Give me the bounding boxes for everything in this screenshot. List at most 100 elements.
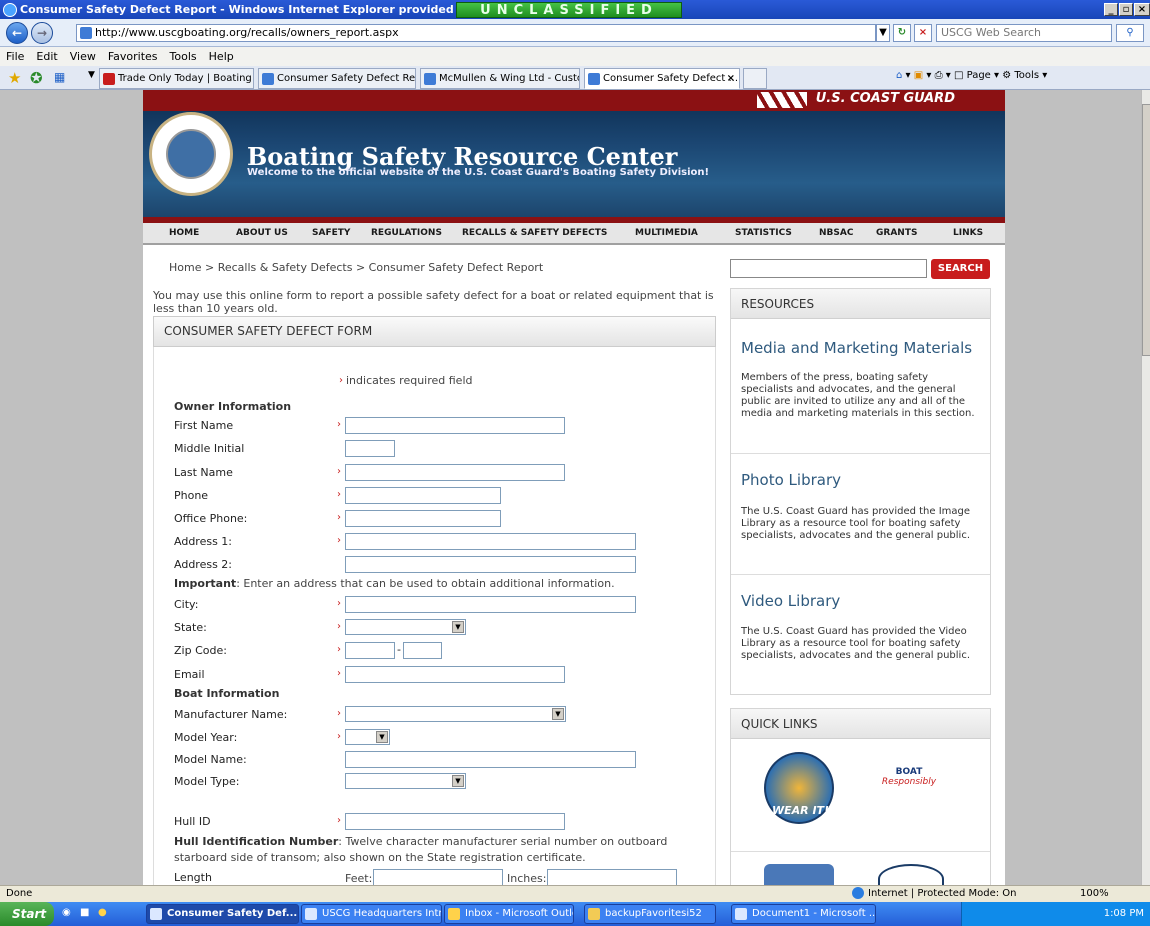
menu-help[interactable]: Help: [209, 50, 234, 63]
forward-button[interactable]: →: [31, 22, 53, 44]
taskbar-uscg-hq[interactable]: USCG Headquarters Intr...: [301, 904, 442, 924]
tools-menu[interactable]: ⚙ Tools ▾: [1002, 70, 1047, 81]
quick-launch-desktop-icon[interactable]: ■: [80, 907, 89, 918]
tab-mcmullen[interactable]: McMullen & Wing Ltd - Custo...: [420, 68, 580, 89]
tab-trade-only[interactable]: Trade Only Today | Boating ...: [99, 68, 254, 89]
maximize-button[interactable]: ▫: [1119, 3, 1133, 16]
safety-seal-icon[interactable]: [878, 864, 944, 885]
clock[interactable]: 1:08 PM: [1104, 908, 1144, 919]
last-name-field[interactable]: [345, 464, 565, 481]
menu-tools[interactable]: Tools: [170, 50, 197, 63]
office-phone-field[interactable]: [345, 510, 501, 527]
new-tab-button[interactable]: [743, 68, 767, 89]
breadcrumb[interactable]: Home > Recalls & Safety Defects > Consum…: [169, 261, 543, 274]
web-search-input[interactable]: USCG Web Search: [936, 24, 1112, 42]
middle-initial-label: Middle Initial: [174, 442, 245, 455]
menu-favorites[interactable]: Favorites: [108, 50, 158, 63]
safety-logo-icon[interactable]: [764, 864, 834, 885]
nav-about-us[interactable]: ABOUT US: [236, 228, 288, 238]
search-button[interactable]: SEARCH: [931, 259, 990, 279]
favorites-star-icon[interactable]: ★: [8, 69, 21, 87]
required-marker-icon: ›: [337, 731, 341, 742]
model-type-select[interactable]: ▼: [345, 773, 466, 789]
state-select[interactable]: ▼: [345, 619, 466, 635]
required-marker-icon: ›: [337, 621, 341, 632]
first-name-label: First Name: [174, 419, 234, 432]
first-name-field[interactable]: [345, 417, 565, 434]
address-dropdown-icon[interactable]: ▼: [876, 24, 890, 42]
model-name-field[interactable]: [345, 751, 636, 768]
address2-field[interactable]: [345, 556, 636, 573]
address-input[interactable]: http://www.uscgboating.org/recalls/owner…: [76, 24, 876, 42]
home-icon[interactable]: ⌂: [896, 70, 902, 81]
zoom-level[interactable]: 100%: [1080, 888, 1109, 899]
nav-nbsac[interactable]: NBSAC: [819, 228, 853, 238]
model-year-label: Model Year:: [174, 731, 238, 744]
nav-multimedia[interactable]: MULTIMEDIA: [635, 228, 698, 238]
nav-regulations[interactable]: REGULATIONS: [371, 228, 442, 238]
zip-field[interactable]: [345, 642, 395, 659]
manufacturer-select[interactable]: ▼: [345, 706, 566, 722]
defect-form: › indicates required field Owner Informa…: [153, 347, 716, 885]
tab-list-dropdown-icon[interactable]: ▼: [88, 70, 95, 80]
tab-consumer-safety-active[interactable]: Consumer Safety Defect ... ×: [584, 68, 740, 89]
scrollbar-thumb[interactable]: [1142, 104, 1150, 356]
office-phone-label: Office Phone:: [174, 512, 248, 525]
quick-tabs-icon[interactable]: ▦: [54, 70, 65, 84]
taskbar-ie-active[interactable]: Consumer Safety Def...: [146, 904, 299, 924]
quick-launch-outlook-icon[interactable]: ●: [98, 907, 107, 918]
hull-id-field[interactable]: [345, 813, 565, 830]
uscg-label: U.S. COAST GUARD: [815, 91, 955, 106]
video-library-link[interactable]: Video Library: [741, 592, 840, 610]
nav-safety[interactable]: SAFETY: [312, 228, 350, 238]
length-inches-field[interactable]: [547, 869, 677, 885]
address1-field[interactable]: [345, 533, 636, 550]
back-button[interactable]: ←: [6, 22, 28, 44]
taskbar-outlook[interactable]: Inbox - Microsoft Outlook: [444, 904, 574, 924]
minimize-button[interactable]: _: [1104, 3, 1118, 16]
window-title-bar[interactable]: Consumer Safety Defect Report - Windows …: [0, 0, 1150, 19]
nav-home[interactable]: HOME: [169, 228, 199, 238]
nav-links[interactable]: LINKS: [953, 228, 983, 238]
taskbar-backup-folder[interactable]: backupFavoritesi52: [584, 904, 716, 924]
quick-launch-ie-icon[interactable]: ◉: [62, 907, 71, 918]
search-icon[interactable]: ⚲: [1116, 24, 1144, 42]
feeds-icon[interactable]: ▣: [914, 70, 923, 81]
close-tab-icon[interactable]: ×: [727, 69, 735, 88]
stop-icon[interactable]: ×: [914, 24, 932, 42]
menu-file[interactable]: File: [6, 50, 24, 63]
model-type-label: Model Type:: [174, 775, 240, 788]
menu-edit[interactable]: Edit: [36, 50, 57, 63]
email-field[interactable]: [345, 666, 565, 683]
site-search-input[interactable]: [730, 259, 927, 278]
classification-banner: UNCLASSIFIED: [456, 2, 682, 18]
media-marketing-link[interactable]: Media and Marketing Materials: [741, 339, 972, 357]
security-zone[interactable]: Internet | Protected Mode: On: [868, 888, 1016, 899]
middle-initial-field[interactable]: [345, 440, 395, 457]
wear-it-logo-icon[interactable]: WEAR IT!: [764, 752, 834, 824]
nav-statistics[interactable]: STATISTICS: [735, 228, 792, 238]
page-scrollbar[interactable]: [1141, 90, 1150, 885]
page-menu[interactable]: □ Page ▾: [954, 70, 999, 81]
feet-label: Feet:: [345, 872, 373, 885]
required-marker-icon: ›: [337, 815, 341, 826]
phone-field[interactable]: [345, 487, 501, 504]
zip-plus4-field[interactable]: [403, 642, 442, 659]
tab-consumer-safety-1[interactable]: Consumer Safety Defect Re...: [258, 68, 416, 89]
print-icon[interactable]: ⎙: [935, 70, 943, 81]
start-button[interactable]: Start: [0, 902, 54, 926]
nav-grants[interactable]: GRANTS: [876, 228, 917, 238]
length-feet-field[interactable]: [373, 869, 503, 885]
add-favorite-icon[interactable]: ✪: [30, 69, 43, 87]
boat-responsibly-logo-icon[interactable]: BOAT Responsibly: [870, 767, 948, 797]
menu-view[interactable]: View: [70, 50, 96, 63]
city-field[interactable]: [345, 596, 636, 613]
photo-library-link[interactable]: Photo Library: [741, 471, 841, 489]
manufacturer-label: Manufacturer Name:: [174, 708, 288, 721]
taskbar-word[interactable]: Document1 - Microsoft ...: [731, 904, 876, 924]
site-nav: HOME ABOUT US SAFETY REGULATIONS RECALLS…: [143, 223, 1005, 245]
refresh-icon[interactable]: ↻: [893, 24, 911, 42]
close-button[interactable]: ×: [1134, 3, 1150, 16]
model-year-select[interactable]: ▼: [345, 729, 390, 745]
nav-recalls[interactable]: RECALLS & SAFETY DEFECTS: [462, 228, 607, 238]
